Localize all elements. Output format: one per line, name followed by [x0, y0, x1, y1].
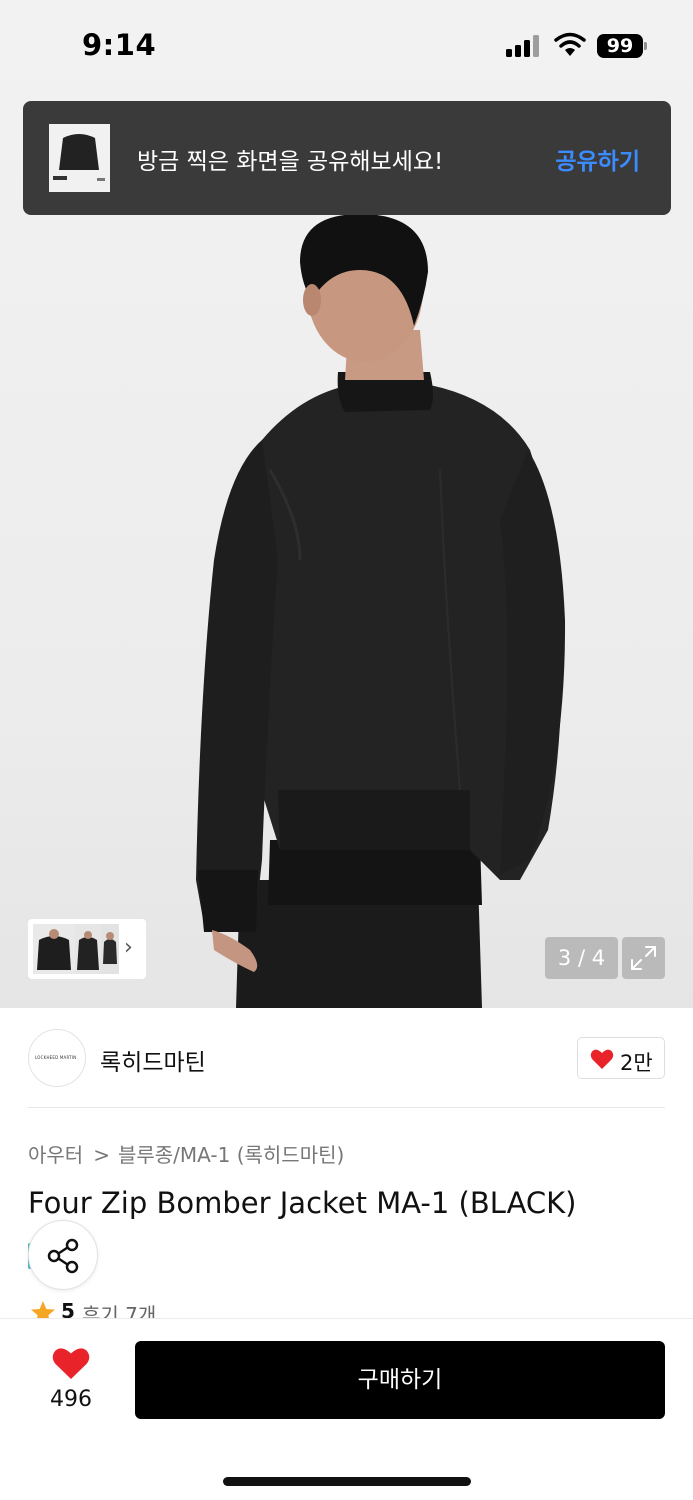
brand-row[interactable]: LOCKHEED MARTIN 록히드마틴 2만 [0, 1008, 693, 1108]
thumbnail-2[interactable] [75, 924, 101, 974]
brand-logo-text: LOCKHEED MARTIN [35, 1055, 77, 1060]
screenshot-thumbnail [49, 124, 110, 192]
status-time: 9:14 [82, 28, 157, 62]
thumbnail-strip[interactable]: › [28, 919, 146, 979]
share-button[interactable] [28, 1220, 98, 1290]
brand-name[interactable]: 록히드마틴 [100, 1043, 206, 1077]
wifi-icon [554, 32, 586, 56]
heart-icon [590, 1049, 614, 1069]
battery-tip [644, 42, 647, 50]
thumbnail-1[interactable] [33, 924, 75, 974]
wishlist-count: 496 [50, 1387, 92, 1412]
home-indicator[interactable] [223, 1477, 471, 1486]
battery-icon: 99 [597, 34, 643, 58]
review-count[interactable]: 후기 7개 [82, 1299, 156, 1320]
wishlist-heart-icon[interactable] [52, 1346, 90, 1380]
breadcrumb-category[interactable]: 아우터 [28, 1143, 83, 1167]
breadcrumb-subcategory[interactable]: 블루종/MA-1 (록히드마틴) [118, 1143, 344, 1167]
thumbnail-3[interactable] [101, 924, 119, 974]
brand-logo[interactable]: LOCKHEED MARTIN [28, 1029, 86, 1087]
brand-like-button[interactable]: 2만 [577, 1037, 665, 1079]
breadcrumb: 아우터 > 블루종/MA-1 (록히드마틴) [28, 1139, 344, 1168]
buy-button[interactable]: 구매하기 [135, 1341, 665, 1419]
toast-message: 방금 찍은 화면을 공유해보세요! [137, 149, 444, 175]
share-icon [47, 1238, 79, 1274]
breadcrumb-separator: > [93, 1143, 110, 1167]
rating-score: 5 [61, 1299, 75, 1320]
status-bar: 9:14 99 [0, 0, 693, 92]
bottom-action-bar: 496 구매하기 [0, 1318, 693, 1500]
signal-icon [506, 35, 542, 57]
share-now-button[interactable]: 공유하기 [555, 142, 640, 176]
brand-like-count: 2만 [620, 1051, 653, 1075]
image-counter: 3 / 4 [545, 937, 618, 979]
rating-row[interactable]: 5 후기 7개 [28, 1298, 208, 1320]
expand-icon[interactable] [622, 937, 665, 979]
star-icon [31, 1301, 55, 1320]
product-title: Four Zip Bomber Jacket MA-1 (BLACK) [28, 1186, 577, 1220]
chevron-right-icon[interactable]: › [124, 935, 133, 960]
share-toast[interactable]: 방금 찍은 화면을 공유해보세요! 공유하기 [23, 101, 671, 215]
divider [28, 1107, 665, 1108]
